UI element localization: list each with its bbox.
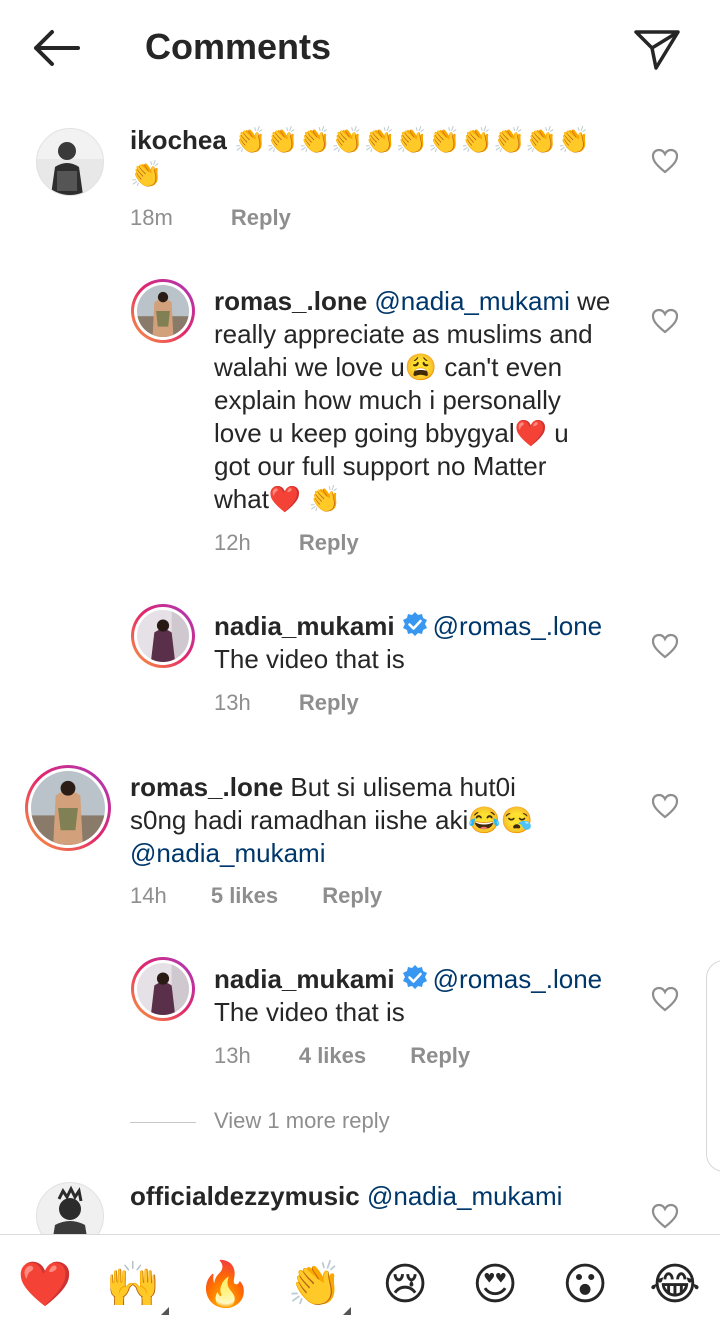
- comment-meta: 13h 4 likes Reply: [214, 1043, 506, 1069]
- comment-time: 18m: [130, 205, 173, 230]
- comment-time: 13h: [214, 690, 251, 715]
- like-heart-icon[interactable]: [651, 148, 679, 174]
- comment-meta: 18m Reply: [130, 205, 327, 231]
- clapping-hands-emoji-icon[interactable]: 👏: [283, 1253, 351, 1317]
- comment-text-line2: s0ng hadi ramadhan iishe aki😂😪: [130, 805, 533, 835]
- heart-eyes-emoji-icon[interactable]: 😍: [463, 1253, 527, 1317]
- comment-text-line5: love u keep going bbygyal❤️ u: [214, 418, 569, 448]
- comment-text: nadia_mukami @romas_.lone The video that …: [214, 610, 644, 676]
- crying-face-emoji-icon[interactable]: 😢: [373, 1253, 437, 1317]
- like-heart-icon[interactable]: [651, 986, 679, 1012]
- avatar[interactable]: [36, 128, 104, 196]
- comment-username[interactable]: ikochea: [130, 125, 227, 155]
- avatar[interactable]: [131, 604, 195, 668]
- comment-text-body: The video that is: [214, 644, 405, 674]
- comment-username[interactable]: nadia_mukami: [214, 611, 395, 641]
- comment-time: 13h: [214, 1043, 251, 1068]
- comment-time: 14h: [130, 883, 167, 908]
- avatar[interactable]: [131, 279, 195, 343]
- comment-meta: 13h Reply: [214, 690, 395, 716]
- emoji-reaction-bar: ❤️ 🙌 🔥 👏 😢 😍 😮 😂: [0, 1234, 720, 1338]
- scroll-handle[interactable]: [706, 960, 720, 1172]
- header: Comments: [0, 0, 720, 96]
- comment-text: romas_.lone @nadia_mukami we really appr…: [214, 285, 634, 516]
- mention-link[interactable]: @nadia_mukami: [367, 1181, 562, 1211]
- mention-link[interactable]: @romas_.lone: [433, 611, 602, 641]
- view-more-label: View 1 more reply: [214, 1108, 390, 1133]
- comment-emojis-line2: 👏: [130, 160, 163, 190]
- verified-badge-icon: [401, 964, 429, 992]
- comment-meta: 12h Reply: [214, 530, 395, 556]
- reply-button[interactable]: Reply: [231, 205, 291, 230]
- mention-link[interactable]: @romas_.lone: [433, 964, 602, 994]
- comment-text-line1: But si ulisema hut0i: [290, 772, 516, 802]
- like-heart-icon[interactable]: [651, 308, 679, 334]
- like-heart-icon[interactable]: [651, 1203, 679, 1229]
- mention-link[interactable]: @nadia_mukami: [374, 286, 569, 316]
- heart-emoji-icon[interactable]: ❤️: [13, 1253, 77, 1317]
- back-arrow-icon[interactable]: [30, 26, 82, 70]
- comment-text-body: The video that is: [214, 997, 405, 1027]
- comment-text-line1: we: [577, 286, 611, 316]
- reply-button[interactable]: Reply: [299, 690, 359, 715]
- comment-text-line7: what❤️ 👏: [214, 484, 341, 514]
- likes-count[interactable]: 5 likes: [211, 883, 278, 908]
- divider: [130, 1121, 196, 1123]
- view-more-replies[interactable]: View 1 more reply: [130, 1108, 390, 1134]
- raising-hands-emoji-glyph: 🙌: [105, 1259, 161, 1310]
- skin-tone-indicator-icon: [343, 1307, 351, 1315]
- comment-emojis: 👏👏👏👏👏👏👏👏👏👏👏: [234, 126, 591, 156]
- reply-button[interactable]: Reply: [322, 883, 382, 908]
- comment-text: officialdezzymusic @nadia_mukami: [130, 1180, 630, 1213]
- comment-text-line6: got our full support no Matter: [214, 451, 547, 481]
- avatar[interactable]: [131, 957, 195, 1021]
- comment-text: ikochea 👏👏👏👏👏👏👏👏👏👏👏 👏: [130, 124, 630, 192]
- verified-badge-icon: [401, 611, 429, 639]
- send-icon[interactable]: [630, 24, 682, 72]
- avatar[interactable]: [25, 765, 111, 851]
- comment-time: 12h: [214, 530, 251, 555]
- likes-count[interactable]: 4 likes: [299, 1043, 366, 1068]
- comment-text-line4: explain how much i personally: [214, 385, 561, 415]
- surprised-face-emoji-icon[interactable]: 😮: [553, 1253, 617, 1317]
- skin-tone-indicator-icon: [161, 1307, 169, 1315]
- comment-meta: 14h 5 likes Reply: [130, 883, 418, 909]
- reply-button[interactable]: Reply: [299, 530, 359, 555]
- comment-text: nadia_mukami @romas_.lone The video that …: [214, 963, 644, 1029]
- comment-text-line2: really appreciate as muslims and: [214, 319, 593, 349]
- comment-username[interactable]: romas_.lone: [214, 286, 367, 316]
- comment-text-line3: walahi we love u😩 can't even: [214, 352, 563, 382]
- fire-emoji-icon[interactable]: 🔥: [193, 1253, 257, 1317]
- comment-username[interactable]: romas_.lone: [130, 772, 283, 802]
- like-heart-icon[interactable]: [651, 633, 679, 659]
- raising-hands-emoji-icon[interactable]: 🙌: [101, 1253, 169, 1317]
- reply-button[interactable]: Reply: [410, 1043, 470, 1068]
- comment-username[interactable]: nadia_mukami: [214, 964, 395, 994]
- comment-text: romas_.lone But si ulisema hut0i s0ng ha…: [130, 771, 630, 870]
- comment-username[interactable]: officialdezzymusic: [130, 1181, 360, 1211]
- laughing-tears-emoji-icon[interactable]: 😂: [643, 1253, 707, 1317]
- page-title: Comments: [145, 26, 332, 67]
- clapping-hands-emoji-glyph: 👏: [287, 1259, 343, 1310]
- mention-link[interactable]: @nadia_mukami: [130, 838, 325, 868]
- like-heart-icon[interactable]: [651, 793, 679, 819]
